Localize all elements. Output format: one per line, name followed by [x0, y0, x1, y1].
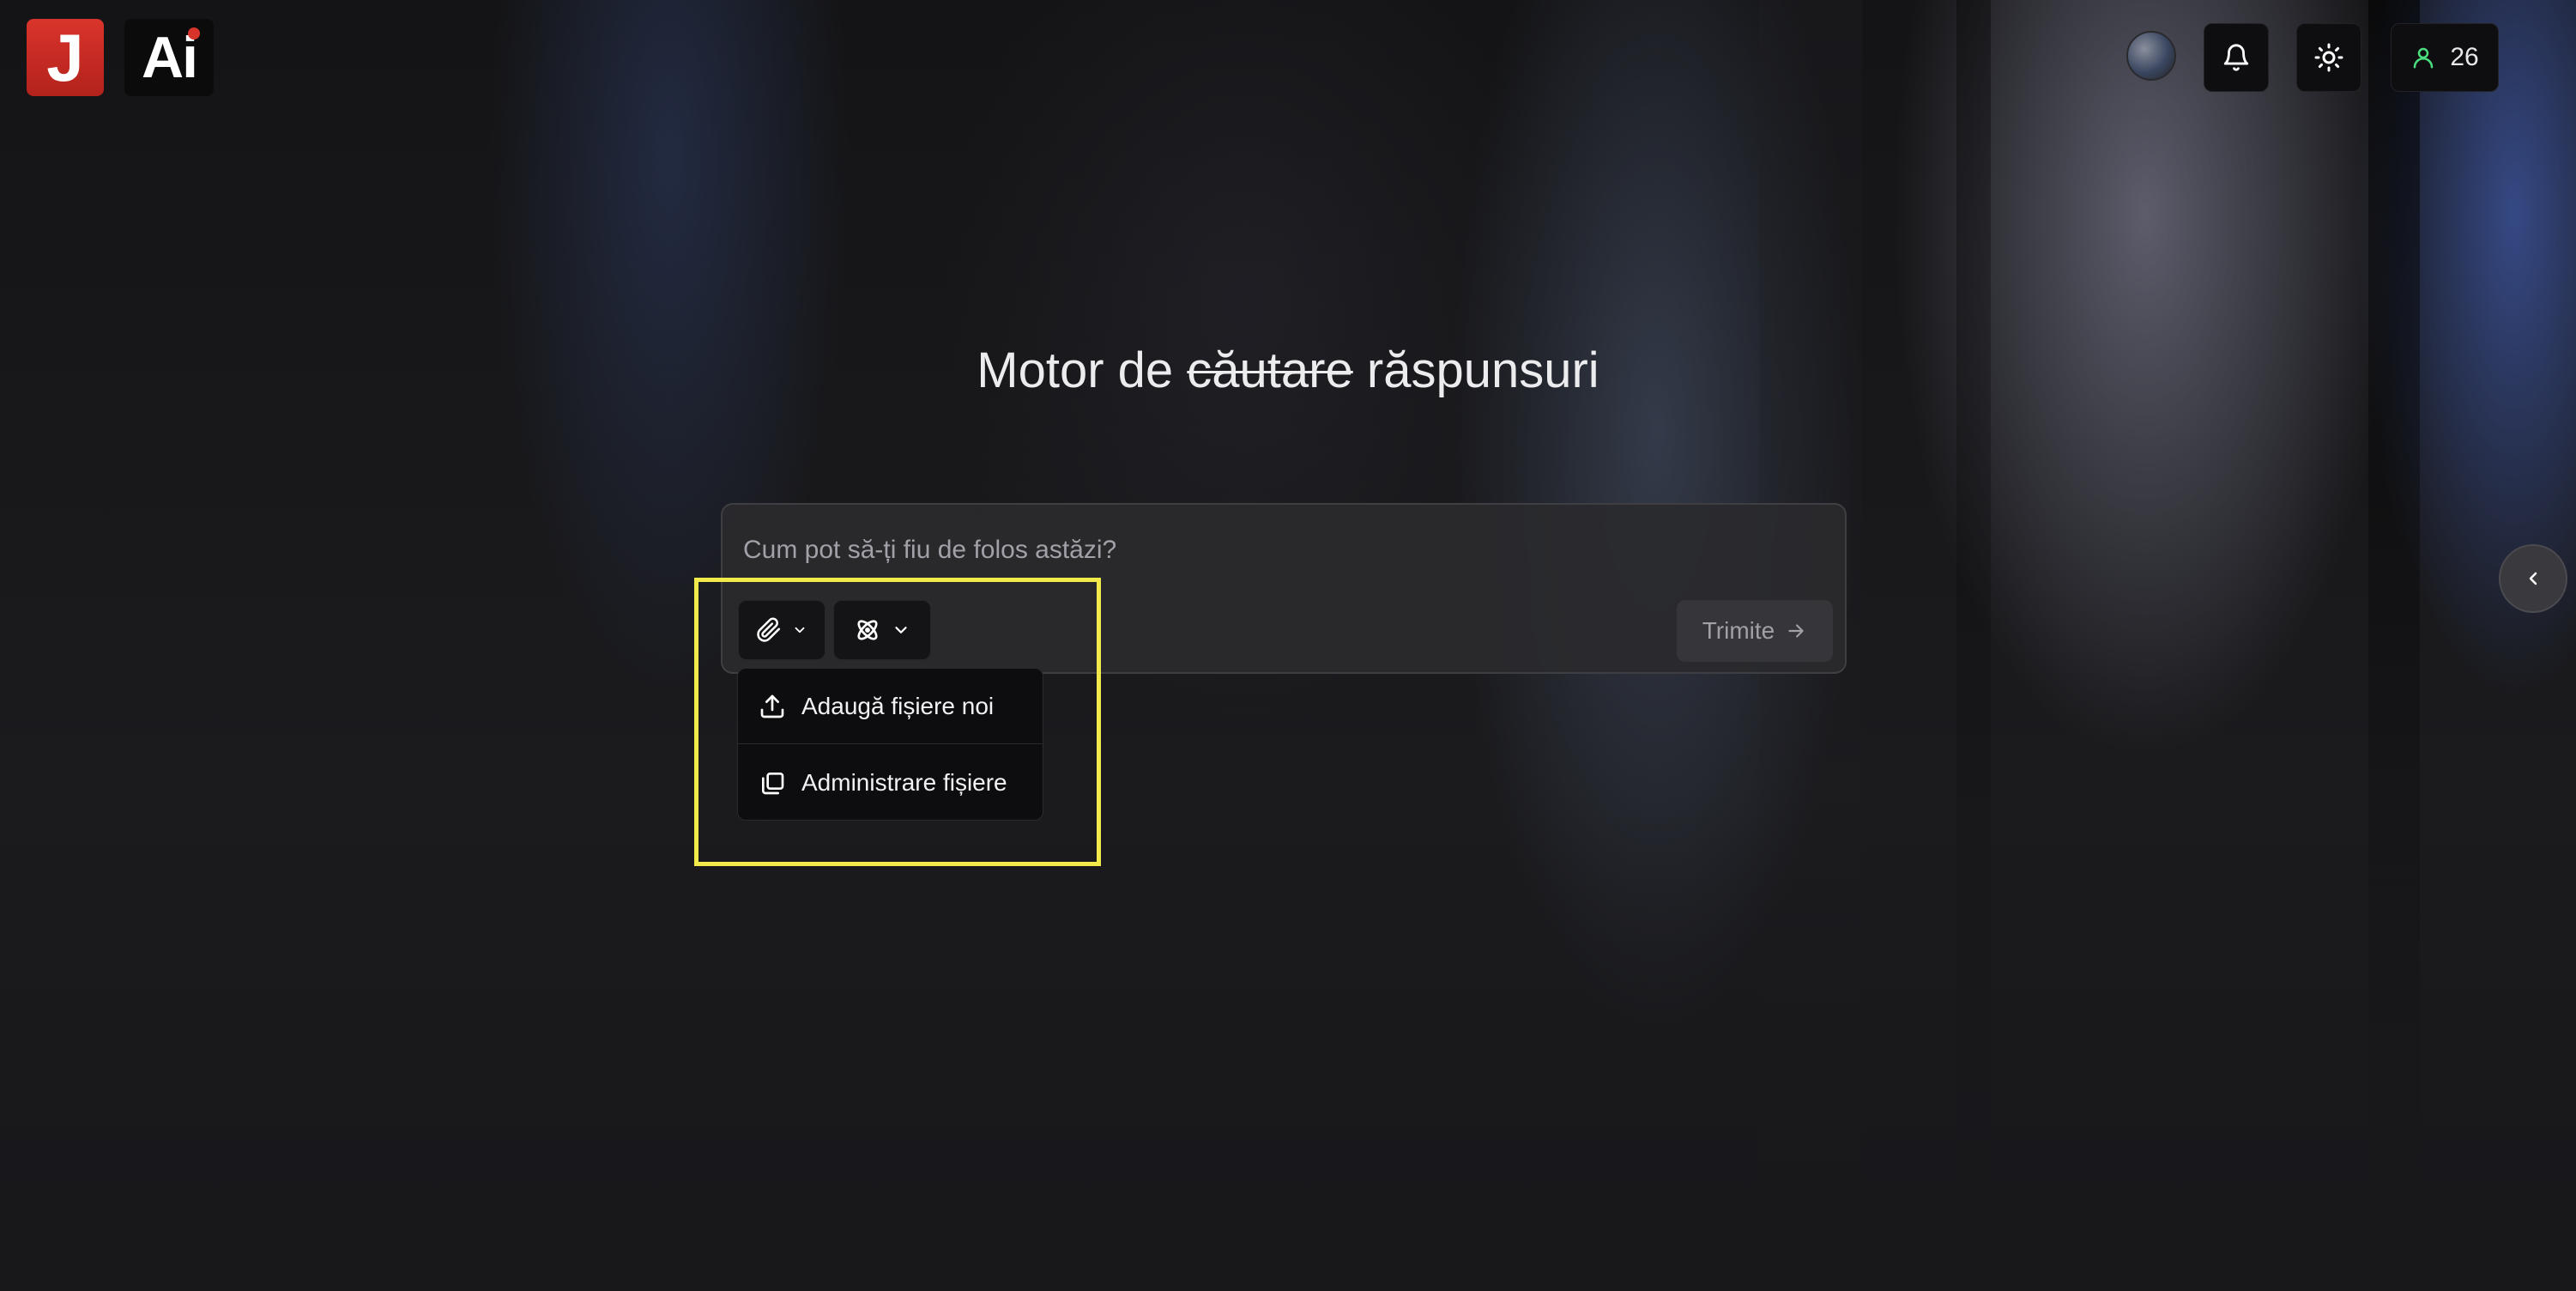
send-button[interactable]: Trimite — [1677, 600, 1833, 662]
user-icon — [2410, 45, 2436, 70]
chevron-down-icon — [892, 621, 910, 639]
atom-icon — [854, 616, 881, 644]
menu-item-add-files[interactable]: Adaugă fișiere noi — [738, 669, 1043, 744]
logo-j-text: J — [46, 19, 84, 95]
attach-files-button[interactable] — [738, 600, 825, 660]
side-panel-toggle-button[interactable] — [2499, 544, 2567, 613]
menu-item-manage-files[interactable]: Administrare fișiere — [738, 745, 1043, 820]
menu-item-label: Adaugă fișiere noi — [801, 692, 995, 719]
prompt-box: Trimite — [721, 503, 1847, 674]
notifications-button[interactable] — [2204, 23, 2269, 92]
logo-ai[interactable]: Ai — [124, 19, 214, 96]
upload-icon — [759, 693, 786, 720]
menu-item-label: Administrare fișiere — [801, 769, 1007, 796]
files-icon — [759, 769, 786, 797]
logo-j[interactable]: J — [27, 19, 104, 96]
title-after: răspunsuri — [1352, 342, 1599, 398]
sun-icon — [2313, 42, 2344, 73]
chevron-down-icon — [792, 622, 807, 638]
arrow-right-icon — [1785, 620, 1807, 642]
send-label: Trimite — [1702, 617, 1775, 644]
logo-dot — [188, 27, 200, 39]
attach-dropdown-menu: Adaugă fișiere noi Administrare fișiere — [737, 668, 1043, 821]
model-select-button[interactable] — [833, 600, 931, 660]
users-count: 26 — [2450, 43, 2479, 71]
theme-toggle-button[interactable] — [2296, 23, 2361, 92]
prompt-input[interactable] — [743, 536, 1773, 565]
paperclip-icon — [756, 617, 782, 643]
avatar[interactable] — [2126, 31, 2176, 81]
title-struck-word: căutare — [1187, 342, 1353, 398]
bell-icon — [2222, 43, 2251, 72]
title-before: Motor de — [977, 342, 1188, 398]
online-users-badge[interactable]: 26 — [2391, 23, 2499, 92]
page-title: Motor de căutare răspunsuri — [0, 342, 2576, 399]
chevron-left-icon — [2523, 568, 2543, 589]
